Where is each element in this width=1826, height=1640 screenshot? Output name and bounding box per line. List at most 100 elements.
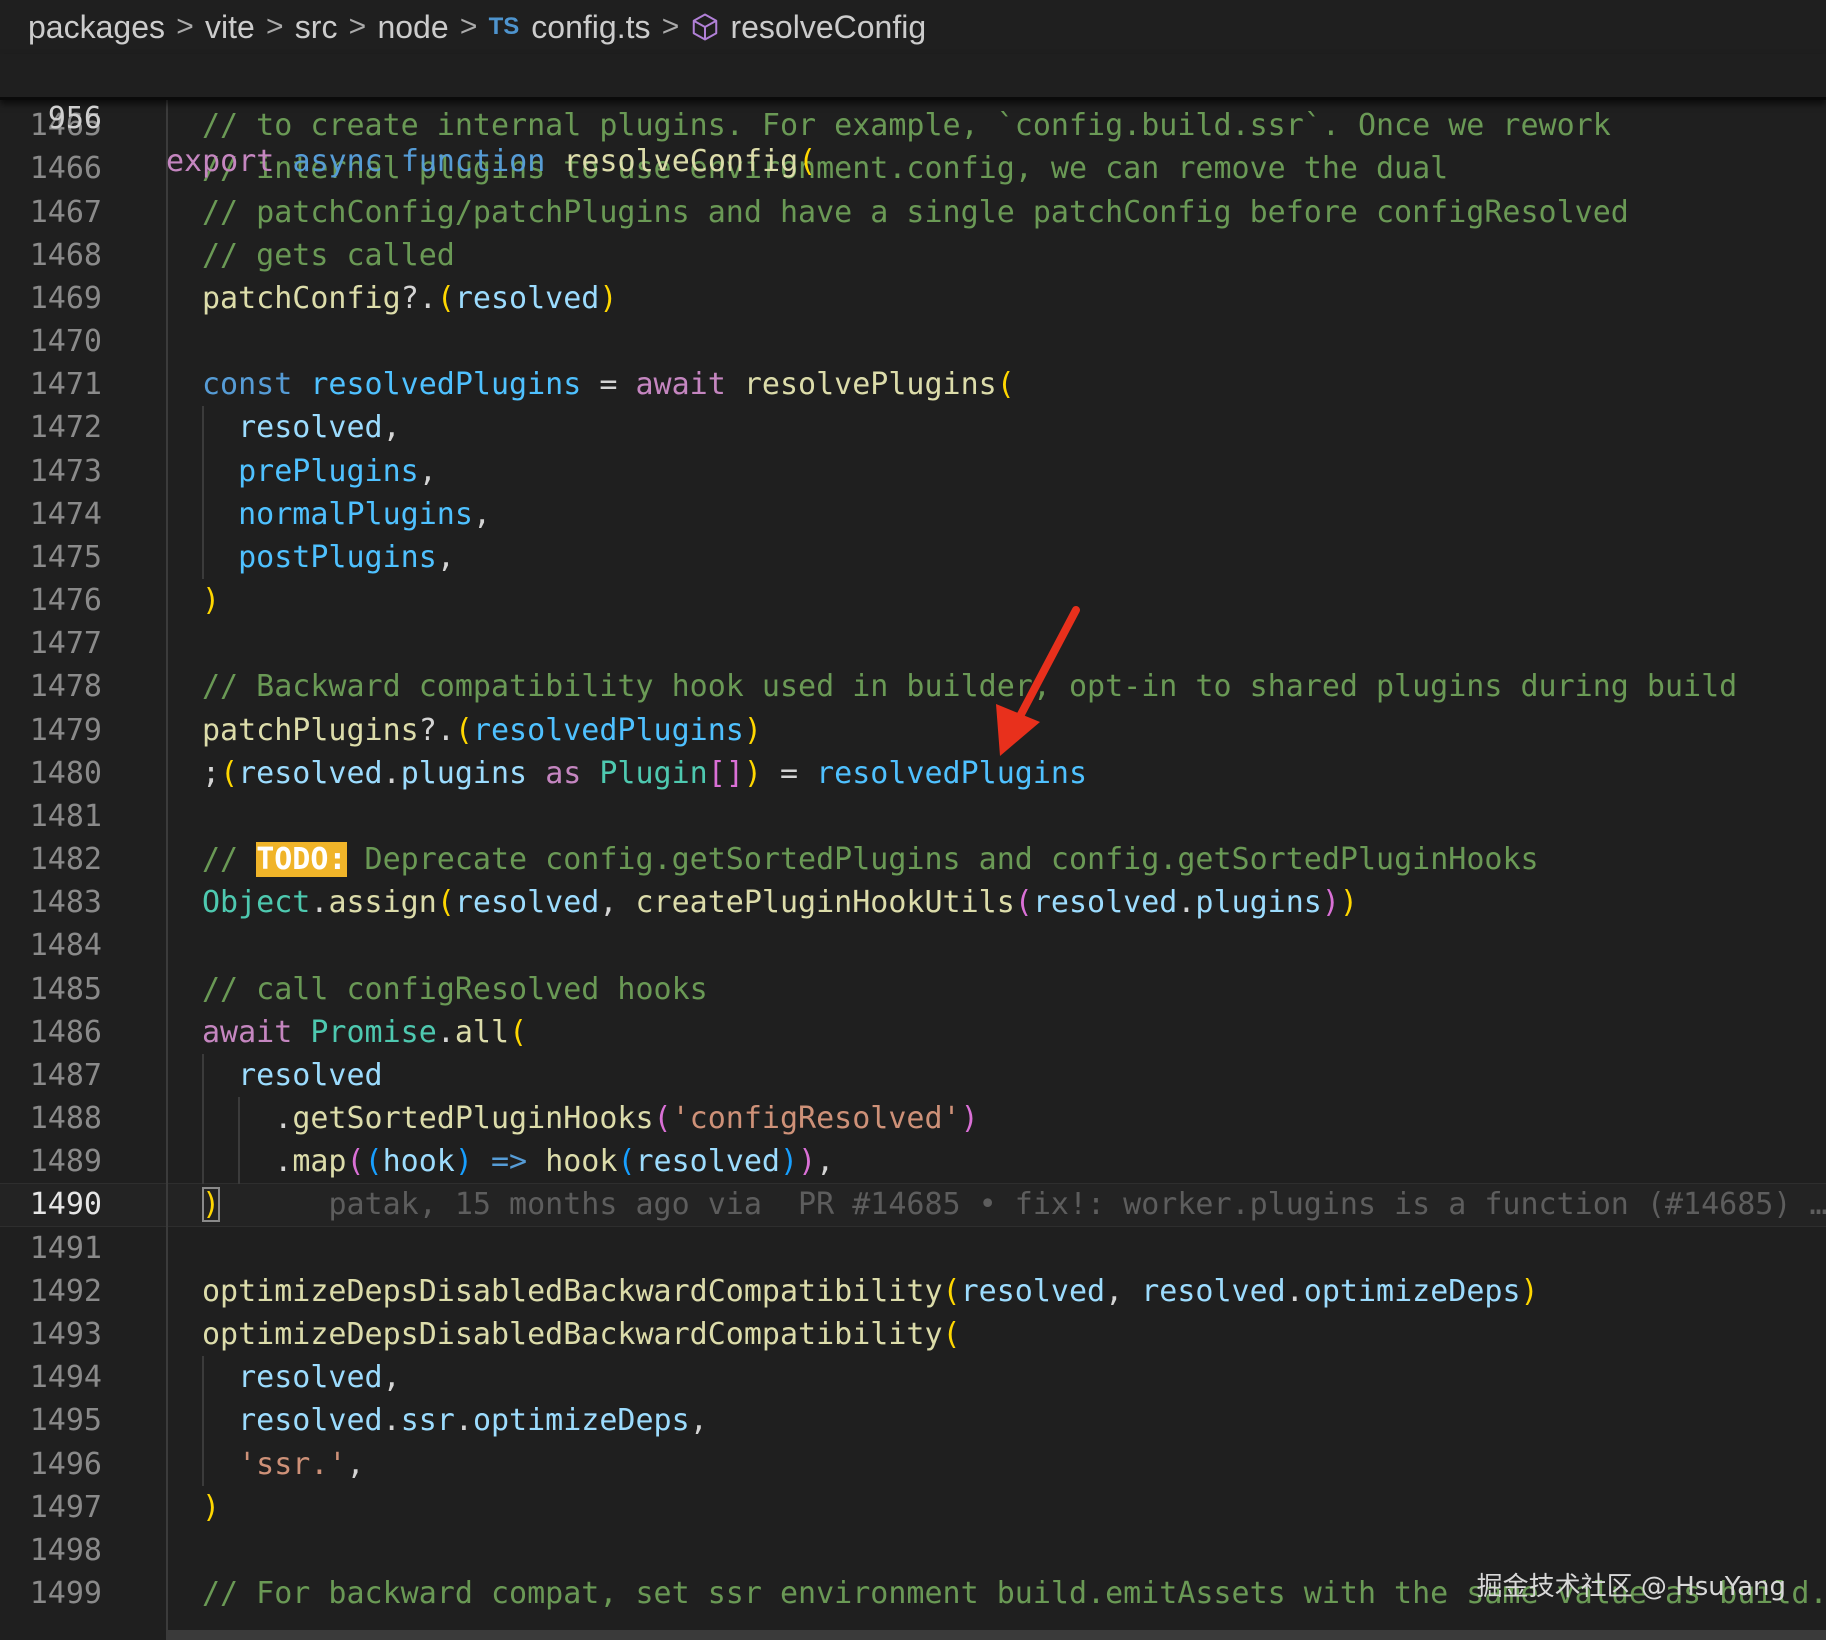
code-line[interactable]: 1494 resolved, <box>0 1356 1826 1399</box>
code-line[interactable]: 1480 ;(resolved.plugins as Plugin[]) = re… <box>0 752 1826 795</box>
todo-highlight: TODO: <box>256 842 347 878</box>
line-code: patchPlugins?.(resolvedPlugins) <box>202 712 762 748</box>
code-line[interactable]: 1488 .getSortedPluginHooks('configResolv… <box>0 1097 1826 1140</box>
code-line[interactable]: 1484 <box>0 924 1826 967</box>
line-number[interactable]: 1488 <box>0 1097 102 1140</box>
line-number[interactable]: 1494 <box>0 1356 102 1399</box>
code-line[interactable]: 1473 prePlugins, <box>0 450 1826 493</box>
code-line[interactable]: 1490) patak, 15 months ago via PR #14685… <box>0 1183 1826 1227</box>
code-line[interactable]: 1479 patchPlugins?.(resolvedPlugins) <box>0 709 1826 752</box>
code-line[interactable]: 1474 normalPlugins, <box>0 493 1826 536</box>
code-line[interactable]: 1469 patchConfig?.(resolved) <box>0 277 1826 320</box>
code-line[interactable]: 1477 <box>0 622 1826 665</box>
line-number[interactable]: 1477 <box>0 622 102 665</box>
line-code: resolved, <box>238 410 401 446</box>
line-code: .getSortedPluginHooks('configResolved') <box>274 1101 979 1137</box>
code-line[interactable]: 1483 Object.assign(resolved, createPlugin… <box>0 881 1826 924</box>
line-code: postPlugins, <box>238 539 455 575</box>
horizontal-scrollbar[interactable] <box>166 1630 1826 1640</box>
code-line[interactable]: 1472 resolved, <box>0 406 1826 449</box>
code-line[interactable]: 1482 // TODO: Deprecate config.getSortedP… <box>0 838 1826 881</box>
code-line[interactable]: 1471 const resolvedPlugins = await resolv… <box>0 363 1826 406</box>
code-line[interactable]: 1485 // call configResolved hooks <box>0 968 1826 1011</box>
line-number[interactable]: 1496 <box>0 1443 102 1486</box>
code-line[interactable]: 1470 <box>0 320 1826 363</box>
line-number[interactable]: 1497 <box>0 1486 102 1529</box>
code-line[interactable]: 1491 <box>0 1227 1826 1270</box>
line-number[interactable]: 1473 <box>0 450 102 493</box>
sticky-code: export async function resolveConfig( <box>166 144 817 179</box>
code-line[interactable]: 1478 // Backward compatibility hook used … <box>0 665 1826 708</box>
chevron-right-icon: > <box>459 10 478 43</box>
line-number[interactable]: 1470 <box>0 320 102 363</box>
line-number[interactable]: 1485 <box>0 968 102 1011</box>
typescript-file-icon: TS <box>488 13 520 40</box>
line-code: prePlugins, <box>238 453 437 489</box>
code-line[interactable]: 1467 // patchConfig/patchPlugins and have… <box>0 191 1826 234</box>
line-number[interactable]: 1480 <box>0 752 102 795</box>
line-number[interactable]: 1479 <box>0 709 102 752</box>
line-number[interactable]: 1490 <box>0 1183 102 1226</box>
line-number[interactable]: 1493 <box>0 1313 102 1356</box>
line-code: ;(resolved.plugins as Plugin[]) = resolv… <box>202 755 1088 791</box>
line-number[interactable]: 1468 <box>0 234 102 277</box>
code-line[interactable]: 1481 <box>0 795 1826 838</box>
breadcrumb: packages > vite > src > node > TS config… <box>0 0 1826 54</box>
line-number[interactable]: 1482 <box>0 838 102 881</box>
line-code: // patchConfig/patchPlugins and have a s… <box>202 194 1629 230</box>
breadcrumb-item-node[interactable]: node <box>377 9 448 46</box>
watermark: 掘金技术社区 @ HsuYang <box>1476 1572 1786 1602</box>
line-number[interactable]: 1478 <box>0 665 102 708</box>
code-line[interactable]: 1496 'ssr.', <box>0 1443 1826 1486</box>
line-code: resolved <box>238 1057 383 1093</box>
code-line[interactable]: 1476) <box>0 579 1826 622</box>
indent-guide <box>202 1356 204 1486</box>
line-code: optimizeDepsDisabledBackwardCompatibilit… <box>202 1273 1539 1309</box>
code-line[interactable]: 1497) <box>0 1486 1826 1529</box>
line-code: // Backward compatibility hook used in b… <box>202 669 1738 705</box>
code-line[interactable]: 1468 // gets called <box>0 234 1826 277</box>
line-number[interactable]: 1498 <box>0 1529 102 1572</box>
line-number[interactable]: 1487 <box>0 1054 102 1097</box>
line-number[interactable]: 1484 <box>0 924 102 967</box>
line-code: ) <box>202 583 221 619</box>
symbol-method-icon <box>693 13 718 41</box>
line-number[interactable]: 1492 <box>0 1270 102 1313</box>
chevron-right-icon: > <box>661 10 680 43</box>
line-number[interactable]: 1469 <box>0 277 102 320</box>
line-number[interactable]: 1476 <box>0 579 102 622</box>
line-number[interactable]: 1495 <box>0 1399 102 1442</box>
sticky-scroll-line[interactable]: 956 export async function resolveConfig( <box>0 54 1826 179</box>
breadcrumb-item-packages[interactable]: packages <box>28 9 165 46</box>
line-number[interactable]: 1474 <box>0 493 102 536</box>
code-editor[interactable]: 1464// Backward compatibility hook, modi… <box>0 84 1826 1640</box>
line-number: 956 <box>47 101 102 136</box>
code-line[interactable]: 1492 optimizeDepsDisabledBackwardCompatib… <box>0 1270 1826 1313</box>
line-number[interactable]: 1486 <box>0 1011 102 1054</box>
line-number[interactable]: 1471 <box>0 363 102 406</box>
code-line[interactable]: 1475 postPlugins, <box>0 536 1826 579</box>
git-blame-annotation[interactable]: patak, 15 months ago via PR #14685 • fix… <box>328 1187 1826 1222</box>
code-line[interactable]: 1486 await Promise.all( <box>0 1011 1826 1054</box>
code-line[interactable]: 1487 resolved <box>0 1054 1826 1097</box>
line-code: resolved, <box>238 1360 401 1396</box>
line-number[interactable]: 1489 <box>0 1140 102 1183</box>
line-number[interactable]: 1467 <box>0 191 102 234</box>
chevron-right-icon: > <box>266 10 284 43</box>
breadcrumb-item-vite[interactable]: vite <box>205 9 255 46</box>
line-number[interactable]: 1475 <box>0 536 102 579</box>
breadcrumb-item-symbol[interactable]: resolveConfig <box>730 9 926 46</box>
line-number[interactable]: 1491 <box>0 1227 102 1270</box>
indent-guide <box>238 1097 240 1184</box>
breadcrumb-item-src[interactable]: src <box>295 9 338 46</box>
code-line[interactable]: 1493 optimizeDepsDisabledBackwardCompatib… <box>0 1313 1826 1356</box>
breadcrumb-item-file[interactable]: config.ts <box>531 9 650 46</box>
code-line[interactable]: 1495 resolved.ssr.optimizeDeps, <box>0 1399 1826 1442</box>
code-line[interactable]: 1489 .map((hook) => hook(resolved)), <box>0 1140 1826 1183</box>
chevron-right-icon: > <box>176 10 194 43</box>
indent-guide <box>202 1054 204 1184</box>
line-number[interactable]: 1499 <box>0 1572 102 1615</box>
line-number[interactable]: 1483 <box>0 881 102 924</box>
line-number[interactable]: 1472 <box>0 406 102 449</box>
line-number[interactable]: 1481 <box>0 795 102 838</box>
